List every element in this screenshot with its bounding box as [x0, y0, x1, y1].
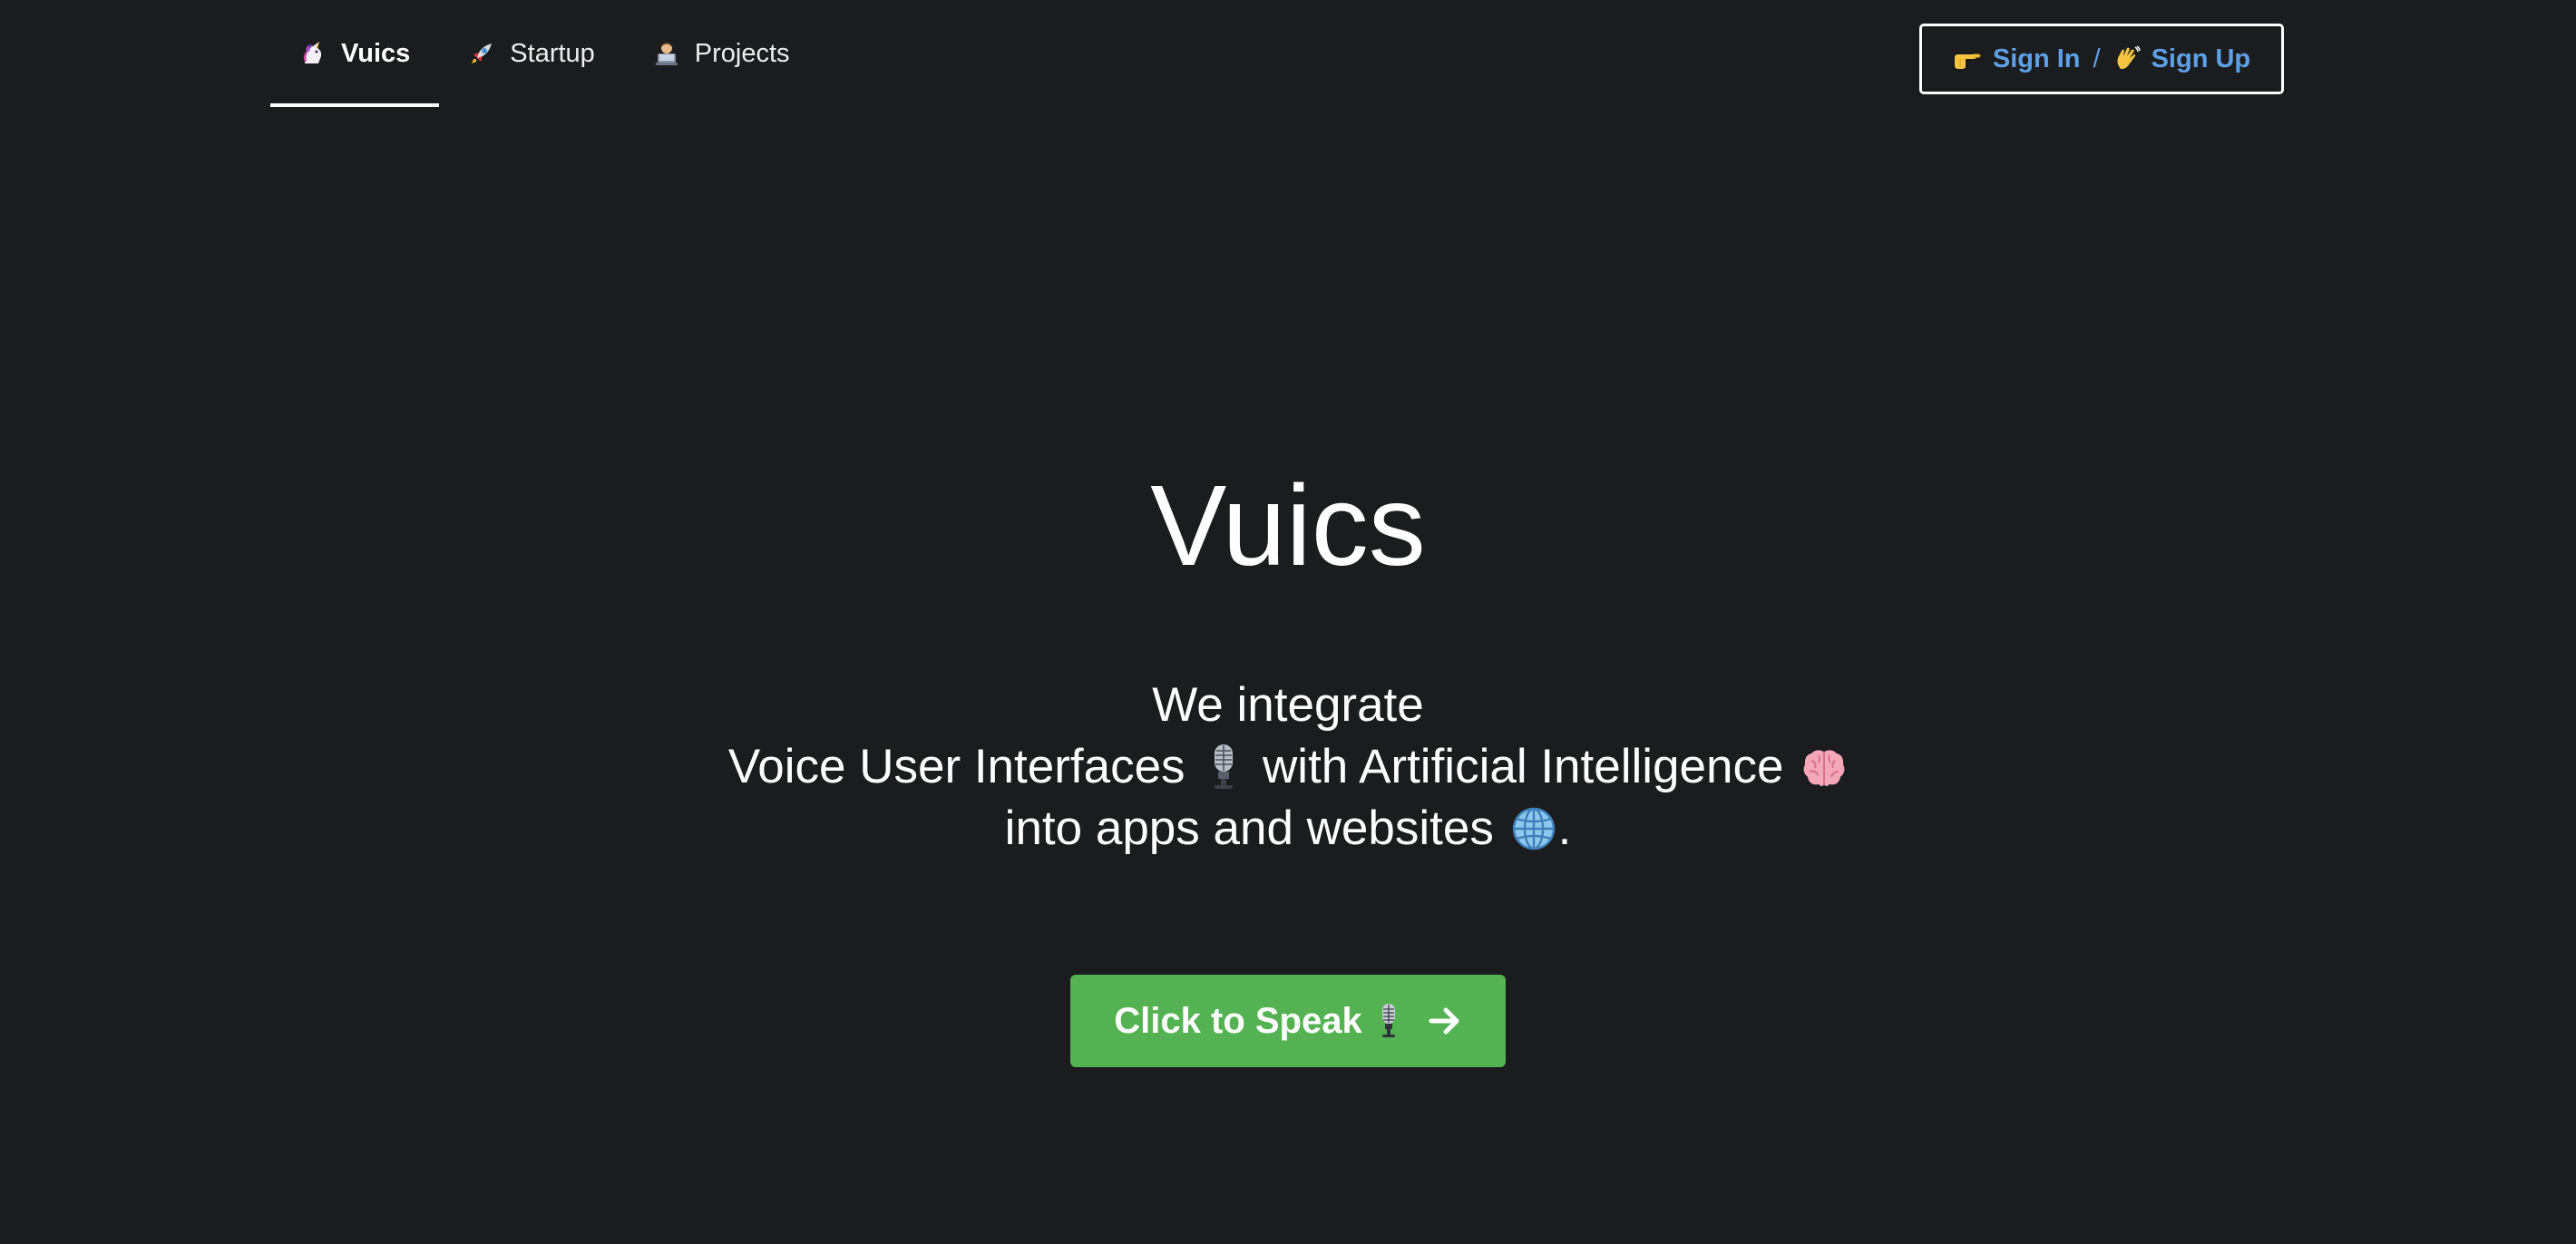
menu-item-startup[interactable]: Startup [439, 0, 624, 107]
waving-hand-icon [2113, 45, 2141, 73]
brain-icon [1800, 743, 1845, 791]
auth-button-group: Sign In / Sign Up [1919, 24, 2284, 94]
menu-item-label: Vuics [341, 38, 411, 68]
microphone-icon [1375, 1003, 1402, 1039]
microphone-icon [1202, 743, 1245, 790]
arrow-right-icon [1428, 1006, 1462, 1036]
hero-line-2: Voice User Interfaces with Artificial In… [0, 736, 2576, 798]
menu-item-label: Projects [694, 38, 790, 68]
hero-line-2-text-b: with Artificial Intelligence [1263, 740, 1784, 793]
top-menu: Vuics Startup Projects [270, 0, 819, 107]
cta-label: Click to Speak [1114, 1000, 1362, 1041]
menu-item-label: Startup [510, 38, 595, 68]
unicorn-icon [299, 40, 327, 67]
page-title: Vuics [1150, 462, 1426, 589]
sign-in-link[interactable]: Sign In [1993, 44, 2081, 74]
hero-line-3: into apps and websites . [0, 798, 2576, 860]
pointing-hand-icon [1953, 47, 1982, 71]
technologist-icon [653, 40, 680, 67]
auth-separator: / [2093, 44, 2101, 73]
page: Vuics Startup Projects Sign In / Sign Up… [0, 0, 2576, 1244]
sign-up-link[interactable]: Sign Up [2152, 44, 2251, 74]
hero-subtitle: We integrate Voice User Interfaces with … [0, 675, 2576, 860]
rocket-icon [468, 40, 495, 67]
click-to-speak-button[interactable]: Click to Speak [1070, 975, 1506, 1067]
menu-item-projects[interactable]: Projects [624, 0, 819, 107]
hero-line-3-text: into apps and websites [1004, 802, 1494, 855]
hero-line-2-text-a: Voice User Interfaces [727, 740, 1186, 793]
menu-item-vuics[interactable]: Vuics [270, 0, 440, 107]
hero-line-3-period: . [1557, 802, 1572, 855]
hero-line-1: We integrate [1152, 678, 1424, 732]
globe-icon [1511, 805, 1555, 852]
